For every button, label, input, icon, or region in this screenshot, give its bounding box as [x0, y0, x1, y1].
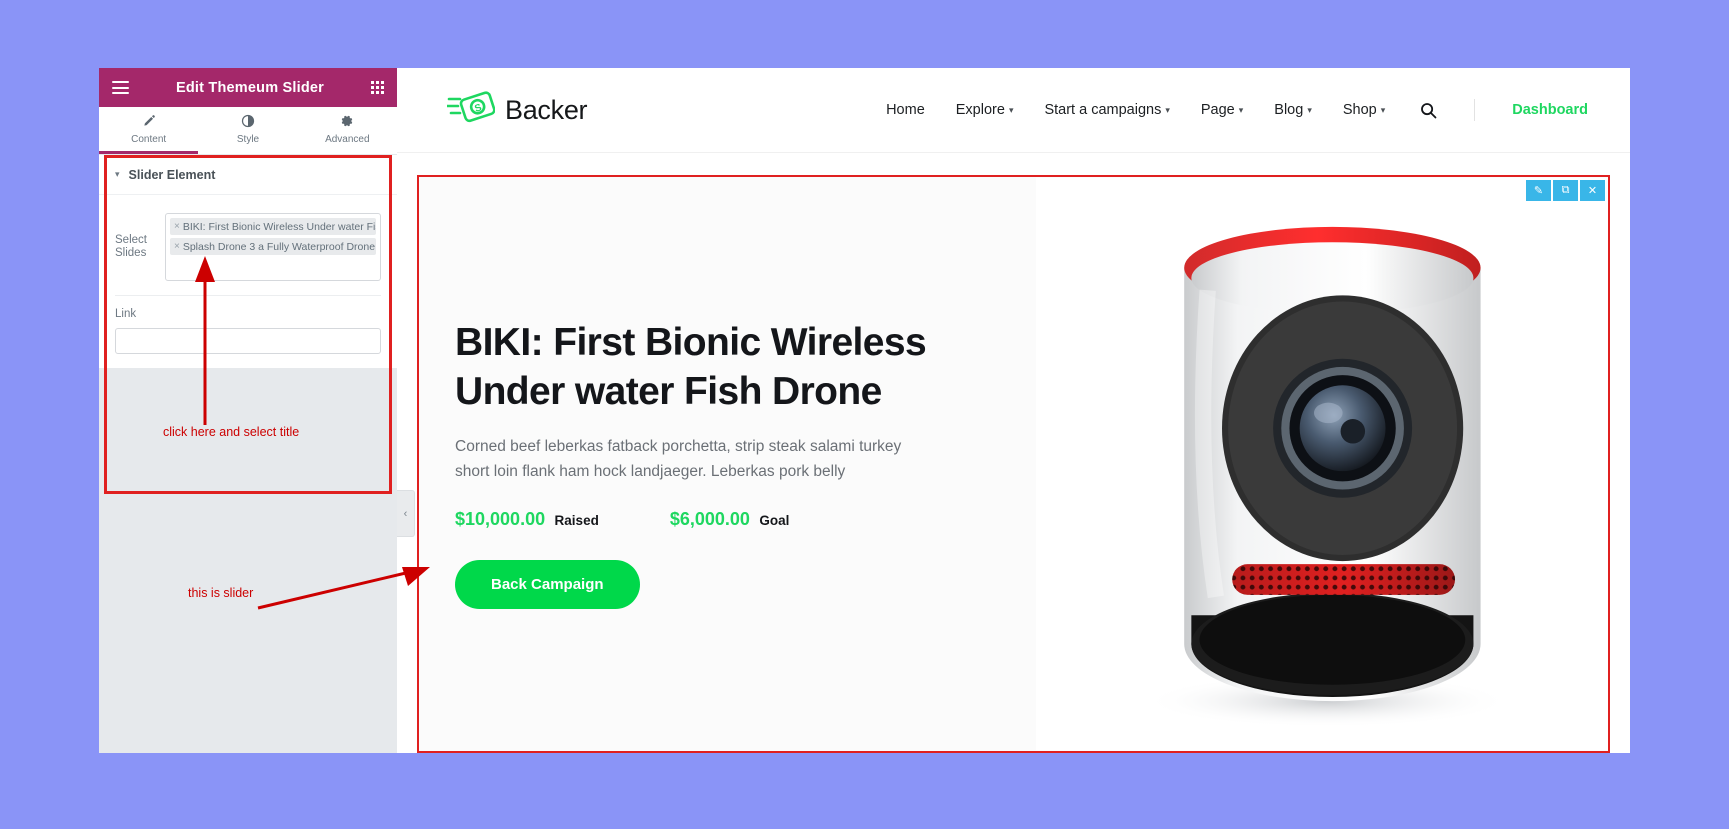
nav-label: Blog [1274, 102, 1304, 118]
slide-tag[interactable]: × BIKI: First Bionic Wireless Under wate… [170, 218, 376, 235]
site-header: S Backer Home Explore ▾ Start a campaign… [397, 68, 1630, 153]
brand[interactable]: S Backer [445, 90, 588, 131]
grid-apps-icon[interactable] [371, 81, 384, 94]
panel-title: Edit Themeum Slider [175, 79, 325, 96]
chevron-down-icon: ▾ [1165, 104, 1170, 115]
slide-description: Corned beef leberkas fatback porchetta, … [455, 437, 902, 480]
gear-icon [340, 114, 354, 130]
site-preview: S Backer Home Explore ▾ Start a campaign… [397, 68, 1630, 753]
chevron-down-icon: ▾ [1380, 104, 1386, 115]
nav-label: Shop [1342, 102, 1377, 118]
flying-money-icon: S [445, 90, 496, 131]
main-nav: Home Explore ▾ Start a campaigns ▾ Page … [886, 99, 1588, 121]
annotation-click-here: click here and select title [163, 425, 300, 439]
tab-content-label: Content [131, 133, 167, 145]
nav-divider [1474, 99, 1476, 121]
nav-label: Start a campaigns [1044, 102, 1162, 118]
nav-item-home[interactable]: Home [886, 102, 925, 118]
link-input[interactable] [115, 328, 381, 354]
raised-label: Raised [554, 512, 599, 528]
tab-style[interactable]: Style [198, 107, 297, 154]
search-icon[interactable] [1420, 102, 1437, 119]
control-select-slides: Select Slides × BIKI: First Bionic Wirel… [99, 195, 397, 296]
panel-body: ▾ Slider Element Select Slides × BIKI: F… [99, 155, 397, 753]
tab-style-label: Style [236, 133, 260, 145]
hero-text-block: BIKI: First Bionic Wireless Under water … [419, 319, 1036, 609]
chevron-down-icon: ▾ [1238, 104, 1244, 115]
brand-name: Backer [505, 94, 588, 125]
hamburger-icon[interactable] [112, 81, 129, 94]
pencil-edit-icon[interactable]: ✎ [1526, 180, 1551, 201]
hero-slide: BIKI: First Bionic Wireless Under water … [419, 177, 1608, 751]
panel-tabs: Content Style Advanced [99, 107, 397, 155]
chevron-down-icon: ▾ [1008, 104, 1014, 115]
nav-label: Explore [955, 102, 1005, 118]
dashboard-link[interactable]: Dashboard [1512, 102, 1588, 118]
section-title: Slider Element [128, 167, 216, 182]
goal-amount: $6,000.00 [669, 508, 750, 529]
nav-item-shop[interactable]: Shop ▾ [1343, 102, 1385, 118]
annotation-this-is-slider: this is slider [188, 586, 254, 600]
slider-widget-highlight[interactable]: ✎ ⧉ ✕ BIKI: First Bionic Wireless Under … [417, 175, 1610, 753]
stat-goal: $6,000.00 Goal [670, 509, 790, 530]
back-campaign-button[interactable]: Back Campaign [455, 559, 640, 609]
slide-image [1035, 177, 1608, 751]
annotation-arrow-right [257, 567, 430, 610]
tab-content[interactable]: Content [99, 107, 199, 154]
pencil-icon [142, 114, 156, 130]
select-slides-label: Select Slides [115, 233, 147, 259]
control-link: Link [99, 296, 397, 368]
slider-area: ✎ ⧉ ✕ BIKI: First Bionic Wireless Under … [397, 153, 1630, 753]
slide-tag-label: BIKI: First Bionic Wireless Under water … [182, 220, 376, 233]
nav-item-blog[interactable]: Blog ▾ [1274, 102, 1312, 118]
raised-amount: $10,000.00 [455, 508, 546, 529]
section-header-slider-element[interactable]: ▾ Slider Element [99, 155, 397, 195]
panel-header: Edit Themeum Slider [99, 68, 397, 107]
elementor-editor-panel: Edit Themeum Slider Content Style Advanc… [99, 68, 397, 753]
tab-advanced-label: Advanced [325, 133, 370, 145]
remove-tag-icon[interactable]: × [174, 221, 180, 232]
element-controls: ✎ ⧉ ✕ [1526, 180, 1605, 201]
contrast-icon [241, 114, 255, 130]
nav-label: Home [886, 102, 925, 118]
duplicate-icon[interactable]: ⧉ [1553, 180, 1578, 201]
slide-stats: $10,000.00 Raised $6,000.00 Goal [455, 509, 1002, 530]
nav-item-page[interactable]: Page ▾ [1201, 102, 1243, 118]
tab-advanced[interactable]: Advanced [298, 107, 397, 154]
stat-raised: $10,000.00 Raised [455, 509, 599, 530]
nav-label: Page [1200, 102, 1235, 118]
nav-item-explore[interactable]: Explore ▾ [956, 102, 1014, 118]
nav-item-start-a-campaigns[interactable]: Start a campaigns ▾ [1044, 102, 1169, 118]
screen: Edit Themeum Slider Content Style Advanc… [0, 0, 1729, 829]
chevron-down-icon: ▾ [1307, 104, 1312, 115]
close-delete-icon[interactable]: ✕ [1580, 180, 1605, 201]
panel-collapse-handle[interactable]: ‹ [397, 490, 415, 537]
chevron-down-icon: ▾ [115, 169, 120, 179]
link-label: Link [115, 308, 137, 320]
annotation-arrow-up [195, 256, 215, 425]
slide-title: BIKI: First Bionic Wireless Under water … [455, 321, 927, 414]
goal-label: Goal [759, 512, 790, 528]
